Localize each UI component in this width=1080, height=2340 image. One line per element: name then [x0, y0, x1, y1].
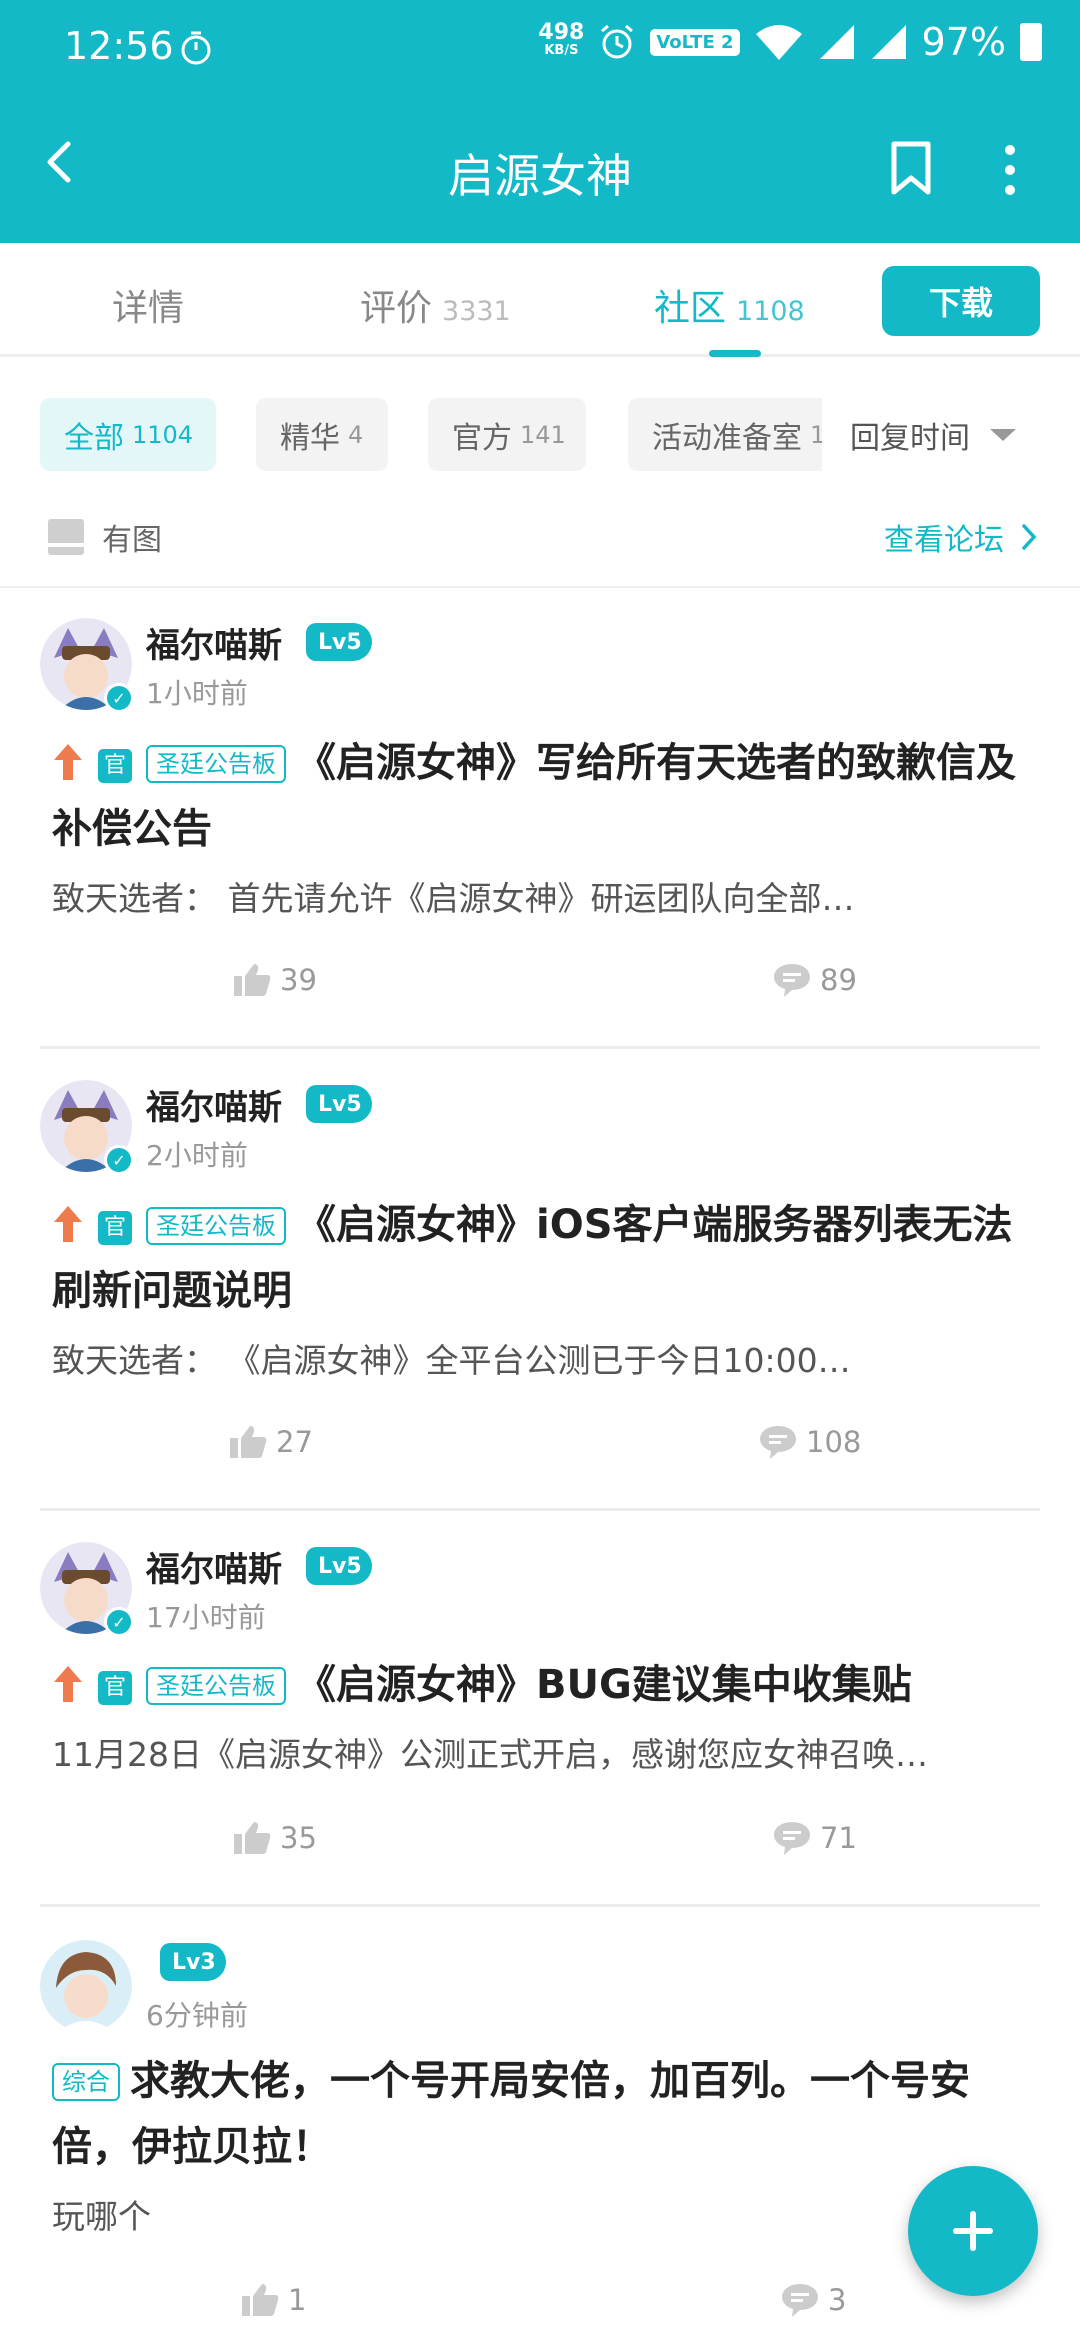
timer-icon	[181, 31, 211, 65]
post-divider	[40, 1904, 1040, 1907]
signal-icon	[819, 25, 854, 59]
more-options-icon[interactable]	[998, 140, 1022, 200]
board-tag: 圣廷公告板	[146, 1207, 286, 1245]
chevron-right-icon	[1022, 524, 1037, 550]
view-forum-link[interactable]: 查看论坛	[884, 515, 1038, 559]
like-button[interactable]: 39	[232, 962, 317, 998]
post-title[interactable]: 综合 求教大佬，一个号开局安倍，加百列。一个号安倍，伊拉贝拉！	[52, 2048, 1032, 2180]
comment-button[interactable]: 89	[772, 962, 857, 998]
status-time: 12:56	[64, 24, 174, 68]
signal-icon-2	[871, 25, 906, 59]
image-icon	[48, 519, 84, 555]
verified-icon: ✓	[104, 683, 134, 713]
board-tag: 综合	[52, 2063, 120, 2101]
level-badge: Lv3	[160, 1943, 226, 1981]
official-tag: 官	[98, 749, 132, 783]
status-indicators: 498 KB/S VoLTE 2 97%	[538, 20, 1042, 64]
post-time: 1小时前	[146, 677, 248, 710]
verified-icon: ✓	[104, 1145, 134, 1175]
wifi-icon	[755, 25, 802, 60]
comment-button[interactable]: 3	[780, 2282, 846, 2318]
post-title[interactable]: 官圣廷公告板 《启源女神》写给所有天选者的致歉信及补偿公告	[52, 730, 1032, 862]
post-title[interactable]: 官圣廷公告板 《启源女神》iOS客户端服务器列表无法刷新问题说明	[52, 1192, 1032, 1324]
pinned-arrow-icon	[54, 1206, 82, 1242]
active-tab-indicator	[709, 350, 761, 357]
pinned-arrow-icon	[54, 744, 82, 780]
comment-icon	[760, 1426, 796, 1459]
image-only-toggle[interactable]: 有图	[48, 515, 162, 559]
alarm-icon	[601, 24, 634, 59]
dropdown-caret-icon	[990, 428, 1016, 441]
section-tabs: 详情 评价11083331 社区1108 下载	[0, 243, 1080, 357]
tab-details[interactable]: 详情	[112, 279, 184, 331]
avatar[interactable]	[40, 1940, 132, 2032]
comment-icon	[774, 1822, 810, 1855]
username[interactable]: 福尔喵斯	[146, 618, 282, 667]
level-badge: Lv5	[306, 623, 372, 661]
post-divider	[40, 1046, 1040, 1049]
post-time: 6分钟前	[146, 1999, 248, 2032]
post-divider	[40, 1508, 1040, 1511]
thumbs-up-icon	[242, 2284, 279, 2316]
tab-community[interactable]: 社区 1108	[654, 279, 805, 331]
official-tag: 官	[98, 1671, 132, 1705]
level-badge: Lv5	[306, 1085, 372, 1123]
tab-reviews[interactable]: 评价11083331	[360, 279, 511, 331]
filter-featured[interactable]: 精华 4	[256, 398, 388, 471]
post-summary: 致天选者： 首先请允许《启源女神》研运团队向全部…	[52, 879, 855, 918]
post-title[interactable]: 官圣廷公告板 《启源女神》BUG建议集中收集贴	[52, 1652, 1032, 1718]
volte-badge: VoLTE 2	[650, 28, 740, 56]
filter-all[interactable]: 全部 1104	[40, 398, 216, 471]
board-tag: 圣廷公告板	[146, 1667, 286, 1705]
plus-icon	[953, 2211, 993, 2251]
post-summary: 玩哪个	[52, 2197, 151, 2236]
pinned-arrow-icon	[54, 1666, 82, 1702]
board-tag: 圣廷公告板	[146, 745, 286, 783]
post-time: 2小时前	[146, 1139, 248, 1172]
post-summary: 11月28日《启源女神》公测正式开启，感谢您应女神召唤…	[52, 1735, 928, 1774]
comment-icon	[774, 964, 810, 997]
thumbs-up-icon	[230, 1426, 267, 1458]
app-header: 12:56 498 KB/S VoLTE 2 97% 启源女神	[0, 0, 1080, 243]
network-speed: 498 KB/S	[538, 20, 585, 59]
comment-button[interactable]: 71	[772, 1820, 857, 1856]
like-button[interactable]: 35	[232, 1820, 317, 1856]
battery-percent: 97%	[921, 20, 1006, 64]
download-button[interactable]: 下载	[882, 266, 1040, 336]
divider	[0, 586, 1080, 588]
thumbs-up-icon	[234, 964, 271, 996]
post-time: 17小时前	[146, 1601, 266, 1634]
verified-icon: ✓	[104, 1607, 134, 1637]
battery-icon	[1020, 23, 1042, 61]
thumbs-up-icon	[234, 1822, 271, 1854]
level-badge: Lv5	[306, 1547, 372, 1585]
post-summary: 致天选者： 《启源女神》全平台公测已于今日10:00…	[52, 1341, 851, 1380]
like-button[interactable]: 1	[240, 2282, 306, 2318]
new-post-button[interactable]	[908, 2166, 1038, 2296]
like-button[interactable]: 27	[228, 1424, 313, 1460]
filter-official[interactable]: 官方 141	[428, 398, 586, 471]
official-tag: 官	[98, 1211, 132, 1245]
bookmark-icon[interactable]	[888, 140, 934, 196]
sort-dropdown[interactable]: 回复时间	[822, 398, 1016, 471]
comment-icon	[782, 2284, 818, 2317]
username[interactable]: 福尔喵斯	[146, 1542, 282, 1591]
comment-button[interactable]: 108	[758, 1424, 861, 1460]
username[interactable]: 福尔喵斯	[146, 1080, 282, 1129]
